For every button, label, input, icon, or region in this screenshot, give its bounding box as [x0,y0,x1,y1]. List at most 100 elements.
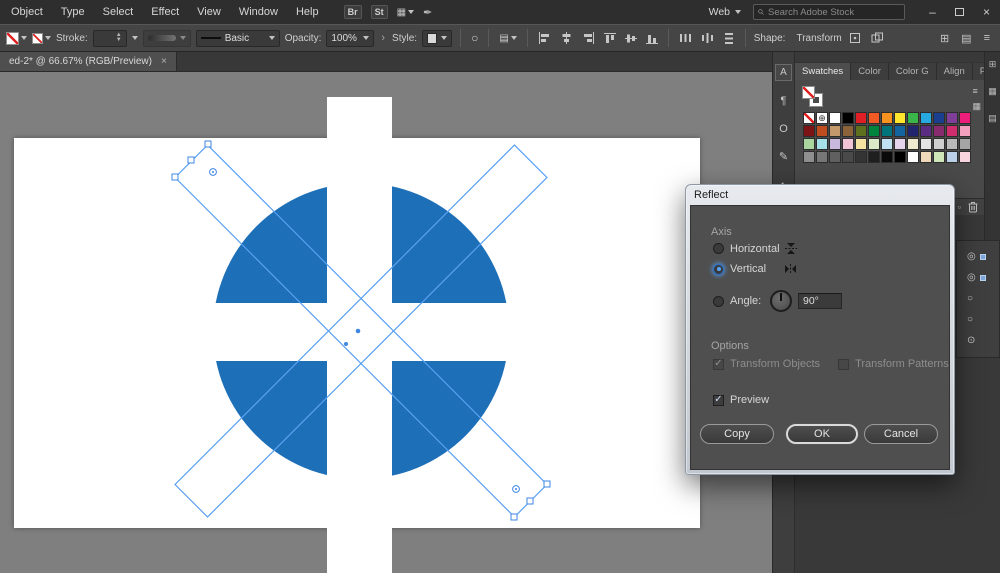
menu-icon[interactable]: ≡ [984,32,990,44]
pen-share-icon[interactable]: ✒ [423,6,432,19]
selection-handle[interactable] [172,174,178,180]
swatch[interactable] [881,112,893,124]
free-transform-icon[interactable] [847,28,864,48]
swatch[interactable] [933,151,945,163]
menu-type[interactable]: Type [52,0,94,24]
swatch[interactable] [907,138,919,150]
selection-handle[interactable] [511,514,517,520]
swatch[interactable] [842,125,854,137]
search-input[interactable] [768,7,900,18]
swatch[interactable] [894,125,906,137]
swatch[interactable] [842,138,854,150]
swatch[interactable] [842,112,854,124]
swatch[interactable] [920,125,932,137]
close-button[interactable]: × [973,0,1000,24]
swatch[interactable] [959,125,971,137]
swatch[interactable] [920,112,932,124]
artboard-grid-icon[interactable]: ⊞ [940,32,949,45]
panel-tab-color-g[interactable]: Color G [889,63,937,80]
menu-view[interactable]: View [188,0,230,24]
swatch[interactable] [803,138,815,150]
workspace-switcher[interactable]: Web [709,6,741,18]
swatch-registration[interactable]: ⊕ [816,112,828,124]
align-right-icon[interactable] [580,28,597,48]
copy-button[interactable]: Copy [700,424,774,444]
menu-select[interactable]: Select [94,0,143,24]
swatch[interactable] [933,125,945,137]
recolor-artwork-icon[interactable]: ○ [469,28,480,48]
swatch[interactable] [855,151,867,163]
swatch[interactable] [816,151,828,163]
align-left-icon[interactable] [536,28,553,48]
distribute-vertical-icon[interactable] [721,28,737,48]
stock-icon[interactable]: St [371,5,388,19]
arrange-documents-icon[interactable]: ▦ [397,7,414,18]
variable-width-profile-dropdown[interactable] [143,30,191,47]
horizontal-axis-option[interactable]: Horizontal [713,242,798,255]
selection-handle[interactable] [205,141,211,147]
panel-icon-row[interactable]: ◎ [967,252,999,262]
brush-definition-dropdown[interactable]: Basic [196,30,280,47]
swatch-thumbnail-view-icon[interactable]: ▦ [972,102,981,111]
document-tab[interactable]: ed-2* @ 66.67% (RGB/Preview) × [0,52,177,71]
swatch[interactable] [881,125,893,137]
cancel-button[interactable]: Cancel [864,424,938,444]
angle-option[interactable]: Angle: [713,290,842,312]
swatch[interactable] [803,125,815,137]
transform-again-icon[interactable] [869,28,886,48]
swatch[interactable] [920,151,932,163]
vertical-radio[interactable] [713,264,724,275]
opentype-panel-icon[interactable]: O [775,120,792,137]
angle-input[interactable] [798,293,842,309]
opacity-dropdown[interactable]: 100% [326,30,374,47]
minimize-button[interactable]: – [919,0,946,24]
fill-stroke-indicator[interactable] [802,86,824,106]
angle-dial[interactable] [770,290,792,312]
align-top-icon[interactable] [602,28,618,48]
reference-point[interactable] [344,342,348,346]
swatch-list-view-icon[interactable]: ≡ [972,87,981,96]
panel-icon-row[interactable]: ⊙ [967,336,999,346]
swatch[interactable] [894,138,906,150]
ok-button[interactable]: OK [786,424,858,444]
swatch[interactable] [816,138,828,150]
swatch[interactable] [920,138,932,150]
bridge-icon[interactable]: Br [344,5,362,19]
swatch-none[interactable] [803,112,815,124]
swatch[interactable] [868,151,880,163]
delete-swatch-trash-icon[interactable] [968,201,978,213]
swatch[interactable] [842,151,854,163]
preview-checkbox[interactable] [713,395,724,406]
grid-panel-icon[interactable]: ▦ [988,86,997,97]
swatch[interactable] [855,112,867,124]
menu-help[interactable]: Help [287,0,328,24]
swatch[interactable] [816,125,828,137]
document-setup-icon[interactable]: ▤ [497,28,518,48]
stroke-weight-stepper[interactable]: ▲▼ [93,30,127,47]
swatch[interactable] [933,112,945,124]
graphic-style-dropdown[interactable] [422,30,452,47]
distribute-horizontal-icon[interactable] [677,28,694,48]
swatch[interactable] [946,138,958,150]
swatch[interactable] [946,112,958,124]
expand-panels-icon[interactable]: ⊞ [989,59,997,70]
angle-radio[interactable] [713,296,724,307]
align-bottom-icon[interactable] [644,28,660,48]
menu-effect[interactable]: Effect [142,0,188,24]
swatch[interactable] [946,125,958,137]
swatch[interactable] [907,112,919,124]
swatch[interactable] [959,138,971,150]
panel-tab-color[interactable]: Color [851,63,889,80]
selection-handle[interactable] [527,498,533,504]
panel-icon-row[interactable]: ○ [967,315,999,325]
stepper-arrows-icon[interactable]: ▲▼ [116,33,122,43]
swatch[interactable] [907,151,919,163]
list-panel-icon[interactable]: ▤ [988,113,997,124]
fill-proxy[interactable] [802,86,815,99]
selection-center-point[interactable] [356,329,361,334]
swatch[interactable] [959,112,971,124]
swatch[interactable] [881,138,893,150]
swatch[interactable] [855,125,867,137]
stroke-color-control[interactable] [32,33,51,44]
fill-color-control[interactable] [6,32,27,45]
